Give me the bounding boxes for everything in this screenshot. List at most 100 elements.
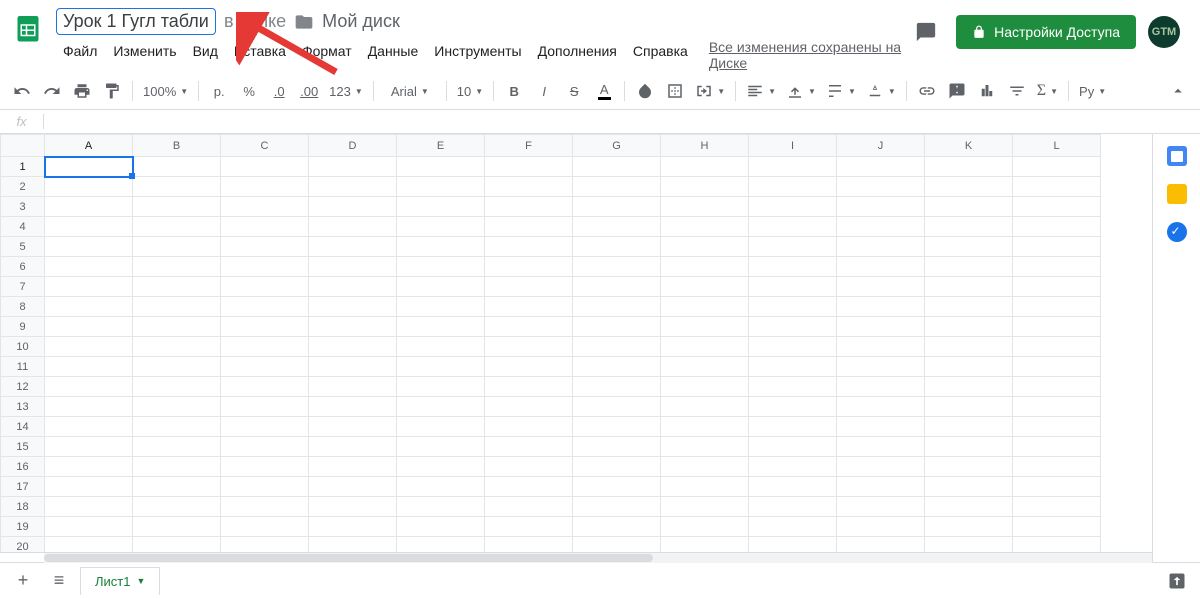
row-header-4[interactable]: 4 (1, 217, 45, 237)
zoom-dropdown[interactable]: 100%▼ (139, 77, 192, 105)
cell-I14[interactable] (749, 417, 837, 437)
share-button[interactable]: Настройки Доступа (956, 15, 1136, 49)
cell-G1[interactable] (573, 157, 661, 177)
cell-D9[interactable] (309, 317, 397, 337)
cell-F14[interactable] (485, 417, 573, 437)
cell-H7[interactable] (661, 277, 749, 297)
cell-L9[interactable] (1013, 317, 1101, 337)
cell-L1[interactable] (1013, 157, 1101, 177)
row-header-8[interactable]: 8 (1, 297, 45, 317)
cell-I9[interactable] (749, 317, 837, 337)
cell-C15[interactable] (221, 437, 309, 457)
cell-F1[interactable] (485, 157, 573, 177)
cell-F3[interactable] (485, 197, 573, 217)
menu-file[interactable]: Файл (56, 39, 104, 71)
undo-button[interactable] (8, 77, 36, 105)
row-header-2[interactable]: 2 (1, 177, 45, 197)
cell-J19[interactable] (837, 517, 925, 537)
cell-H3[interactable] (661, 197, 749, 217)
print-button[interactable] (68, 77, 96, 105)
horizontal-align-button[interactable]: ▼ (742, 77, 780, 105)
decrease-decimal-button[interactable]: .0 (265, 77, 293, 105)
cell-E9[interactable] (397, 317, 485, 337)
text-color-button[interactable]: A (590, 77, 618, 105)
cell-B7[interactable] (133, 277, 221, 297)
row-header-17[interactable]: 17 (1, 477, 45, 497)
cell-B5[interactable] (133, 237, 221, 257)
sheets-logo[interactable] (8, 8, 48, 48)
cell-L18[interactable] (1013, 497, 1101, 517)
cell-I16[interactable] (749, 457, 837, 477)
cell-K6[interactable] (925, 257, 1013, 277)
row-header-11[interactable]: 11 (1, 357, 45, 377)
cell-J5[interactable] (837, 237, 925, 257)
cell-H10[interactable] (661, 337, 749, 357)
cell-B1[interactable] (133, 157, 221, 177)
cell-G20[interactable] (573, 537, 661, 553)
cell-F12[interactable] (485, 377, 573, 397)
cell-B6[interactable] (133, 257, 221, 277)
cell-K19[interactable] (925, 517, 1013, 537)
cell-H15[interactable] (661, 437, 749, 457)
cell-B11[interactable] (133, 357, 221, 377)
cell-A4[interactable] (45, 217, 133, 237)
cell-H5[interactable] (661, 237, 749, 257)
bold-button[interactable]: B (500, 77, 528, 105)
cell-L14[interactable] (1013, 417, 1101, 437)
cell-K8[interactable] (925, 297, 1013, 317)
cell-A15[interactable] (45, 437, 133, 457)
cell-D12[interactable] (309, 377, 397, 397)
cell-J20[interactable] (837, 537, 925, 553)
cell-G12[interactable] (573, 377, 661, 397)
cell-C12[interactable] (221, 377, 309, 397)
cell-K11[interactable] (925, 357, 1013, 377)
col-header-I[interactable]: I (749, 135, 837, 157)
cell-J16[interactable] (837, 457, 925, 477)
cell-B4[interactable] (133, 217, 221, 237)
cell-A20[interactable] (45, 537, 133, 553)
cell-A13[interactable] (45, 397, 133, 417)
cell-D4[interactable] (309, 217, 397, 237)
cell-B9[interactable] (133, 317, 221, 337)
cell-F6[interactable] (485, 257, 573, 277)
cell-B2[interactable] (133, 177, 221, 197)
insert-link-button[interactable] (913, 77, 941, 105)
save-status[interactable]: Все изменения сохранены на Диске (709, 39, 908, 71)
cell-E8[interactable] (397, 297, 485, 317)
cell-J7[interactable] (837, 277, 925, 297)
menu-addons[interactable]: Дополнения (531, 39, 624, 71)
add-sheet-button[interactable]: + (8, 566, 38, 596)
cell-F15[interactable] (485, 437, 573, 457)
col-header-J[interactable]: J (837, 135, 925, 157)
functions-button[interactable]: Σ▼ (1033, 77, 1062, 105)
cell-E11[interactable] (397, 357, 485, 377)
cell-B13[interactable] (133, 397, 221, 417)
cell-L8[interactable] (1013, 297, 1101, 317)
col-header-L[interactable]: L (1013, 135, 1101, 157)
menu-tools[interactable]: Инструменты (427, 39, 528, 71)
cell-L5[interactable] (1013, 237, 1101, 257)
cell-H18[interactable] (661, 497, 749, 517)
cell-H9[interactable] (661, 317, 749, 337)
row-header-18[interactable]: 18 (1, 497, 45, 517)
row-header-20[interactable]: 20 (1, 537, 45, 553)
cell-C9[interactable] (221, 317, 309, 337)
cell-A8[interactable] (45, 297, 133, 317)
cell-C14[interactable] (221, 417, 309, 437)
col-header-C[interactable]: C (221, 135, 309, 157)
cell-A11[interactable] (45, 357, 133, 377)
cell-C17[interactable] (221, 477, 309, 497)
font-size-dropdown[interactable]: 10▼ (453, 77, 487, 105)
cell-D7[interactable] (309, 277, 397, 297)
cell-H6[interactable] (661, 257, 749, 277)
cell-I4[interactable] (749, 217, 837, 237)
text-wrap-button[interactable]: ▼ (822, 77, 860, 105)
cell-C2[interactable] (221, 177, 309, 197)
row-header-10[interactable]: 10 (1, 337, 45, 357)
cell-A17[interactable] (45, 477, 133, 497)
cell-K1[interactable] (925, 157, 1013, 177)
cell-K12[interactable] (925, 377, 1013, 397)
cell-H19[interactable] (661, 517, 749, 537)
vertical-align-button[interactable]: ▼ (782, 77, 820, 105)
cell-D17[interactable] (309, 477, 397, 497)
